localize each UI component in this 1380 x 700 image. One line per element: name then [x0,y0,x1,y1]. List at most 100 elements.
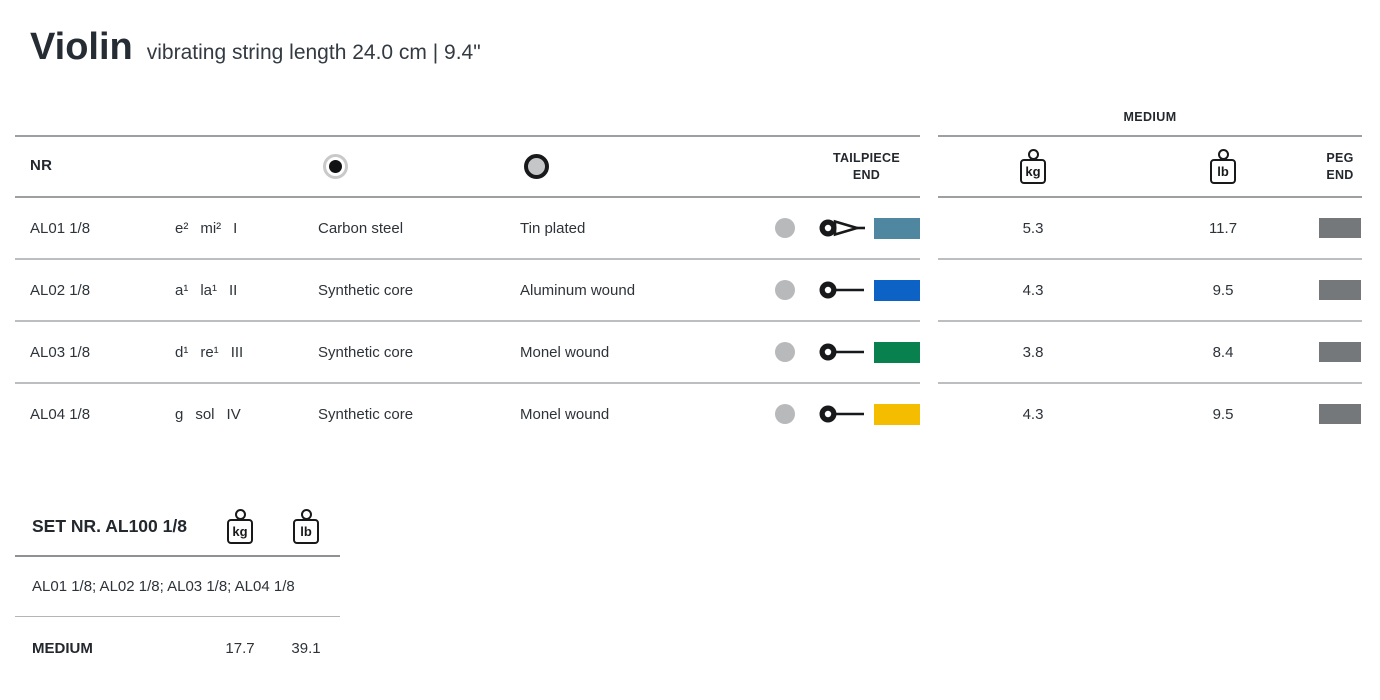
cell-note: g sol IV [175,406,318,423]
tailpiece-color-swatch [874,341,920,363]
cell-winding-material: Monel wound [520,343,610,361]
set-column-kg: kg [205,509,275,544]
note-solfege: mi² [200,219,222,237]
ball-end-icon [819,281,864,299]
cell-tailpiece-end [720,402,920,426]
peg-end-label-line1: PEG [1326,150,1354,165]
winding-material-icon [524,154,549,179]
peg-end-color-swatch [1319,280,1361,300]
tailpiece-color-swatch [874,403,920,425]
note-position: I [233,219,238,237]
core-material-icon [323,154,348,179]
peg-end-color-swatch [1319,342,1361,362]
cell-core-material: Synthetic core [318,281,414,299]
set-contents: AL01 1/8; AL02 1/8; AL03 1/8; AL04 1/8 [15,557,340,617]
cell-winding-material: Aluminum wound [520,281,636,299]
tailpiece-end-label-line1: TAILPIECE [832,150,900,165]
string-dot-icon [775,404,795,424]
set-gauge-row: MEDIUM 17.7 39.1 [15,617,340,679]
note-solfege: la¹ [200,281,218,299]
note-position: IV [226,405,241,423]
lb-weight-icon: lb [1210,149,1236,184]
cell-note: a¹ la¹ II [175,282,318,299]
cell-peg-end [1318,280,1362,300]
tailpiece-color-swatch [874,217,920,239]
kg-weight-icon-label: kg [1020,159,1046,184]
cell-tension-kg: 4.3 [1022,281,1044,299]
column-header-winding [520,154,720,179]
lb-weight-icon-label: lb [1210,159,1236,184]
string-dot-icon [775,218,795,238]
note-position: III [230,343,244,361]
cell-tension-lb: 8.4 [1212,343,1234,361]
lb-weight-icon: lb [293,509,319,544]
cell-peg-end [1318,218,1362,238]
cell-core-material: Synthetic core [318,405,414,423]
cell-note: d¹ re¹ III [175,344,318,361]
set-column-lb: lb [275,509,337,544]
cell-tailpiece-end [720,278,920,302]
cell-tension-lb: 9.5 [1212,405,1234,423]
cell-tension-kg: 4.3 [1022,405,1044,423]
tension-row: 3.8 8.4 [938,322,1362,384]
cell-tailpiece-end [720,340,920,364]
string-spec-table: NR TAILPIECE END AL01 1/8 e² mi² I Carbo… [15,135,920,444]
kg-weight-icon-label: kg [227,519,253,544]
set-title: SET NR. AL100 1/8 [32,516,187,536]
cell-winding-material: Monel wound [520,405,610,423]
cell-core-material: Synthetic core [318,343,414,361]
tension-group-label: MEDIUM [1123,110,1177,124]
tailpiece-color-swatch [874,279,920,301]
table-row: AL04 1/8 g sol IV Synthetic core Monel w… [15,384,920,444]
kg-weight-icon: kg [227,509,253,544]
column-header-tailpiece-end: TAILPIECE END [720,150,920,184]
loop-end-icon [819,219,865,237]
cell-tension-lb: 9.5 [1212,281,1234,299]
table-row: AL01 1/8 e² mi² I Carbon steel Tin plate… [15,198,920,260]
peg-end-color-swatch [1319,404,1361,424]
set-tension-kg: 17.7 [225,639,255,657]
core-material-icon-dot [329,160,342,173]
column-header-peg-end: PEG END [1318,150,1362,184]
page-header: Violin vibrating string length 24.0 cm |… [30,28,481,66]
lb-weight-icon-label: lb [293,519,319,544]
column-header-core [318,154,520,179]
table-row: AL02 1/8 a¹ la¹ II Synthetic core Alumin… [15,260,920,322]
peg-end-label-line2: END [1326,167,1354,182]
note-pitch: a¹ [175,281,189,299]
note-pitch: d¹ [175,343,189,361]
cell-winding-material: Tin plated [520,219,586,237]
column-header-nr: NR [30,157,53,175]
tailpiece-end-label-line2: END [852,167,881,182]
cell-tension-lb: 11.7 [1208,219,1238,237]
set-summary-block: SET NR. AL100 1/8 kg lb AL01 1/8; AL02 1… [15,498,340,679]
cell-tension-kg: 5.3 [1022,219,1044,237]
table-row: AL03 1/8 d¹ re¹ III Synthetic core Monel… [15,322,920,384]
peg-end-color-swatch [1319,218,1361,238]
note-pitch: e² [175,219,189,237]
set-tension-lb: 39.1 [291,639,321,657]
cell-core-material: Carbon steel [318,219,404,237]
table-header-row: NR TAILPIECE END [15,135,920,198]
cell-peg-end [1318,404,1362,424]
tension-row: 4.3 9.5 [938,384,1362,444]
cell-peg-end [1318,342,1362,362]
column-header-lb: lb [1128,149,1318,184]
ball-end-icon [819,405,864,423]
cell-nr: AL04 1/8 [30,405,91,423]
string-dot-icon [775,342,795,362]
cell-tailpiece-end [720,216,920,240]
cell-note: e² mi² I [175,220,318,237]
page-title: Violin [30,26,133,68]
note-solfege: sol [195,405,215,423]
tension-table: kg lb PEG END 5.3 11.7 4.3 9.5 3.8 8.4 4… [938,135,1362,444]
tension-header-row: kg lb PEG END [938,135,1362,198]
cell-nr: AL01 1/8 [30,219,91,237]
set-header-row: SET NR. AL100 1/8 kg lb [15,498,340,557]
note-solfege: re¹ [200,343,219,361]
string-dot-icon [775,280,795,300]
set-gauge-label: MEDIUM [32,639,93,657]
note-position: II [229,281,238,299]
kg-weight-icon: kg [1020,149,1046,184]
tension-row: 5.3 11.7 [938,198,1362,260]
